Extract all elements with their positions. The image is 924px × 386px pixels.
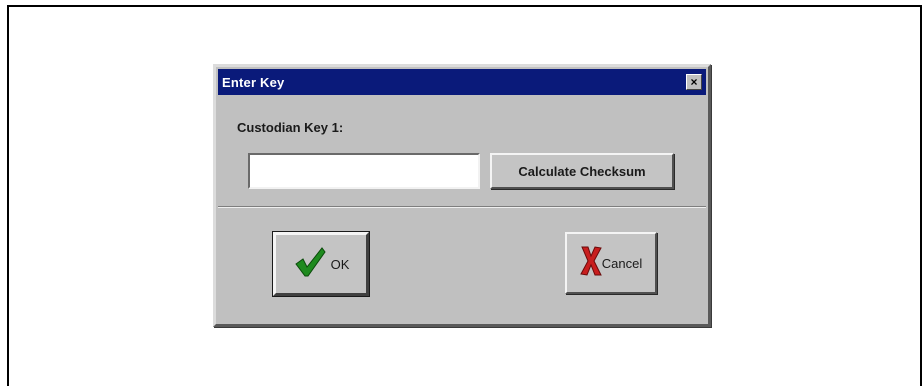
cancel-label: Cancel xyxy=(601,255,643,271)
separator xyxy=(218,206,706,208)
x-icon xyxy=(579,244,602,283)
check-icon xyxy=(293,245,327,284)
enter-key-dialog: Enter Key × Custodian Key 1: Calculate C… xyxy=(213,64,711,327)
ok-label: OK xyxy=(330,256,350,272)
calculate-checksum-label: Calculate Checksum xyxy=(518,163,646,179)
dialog-titlebar[interactable]: Enter Key × xyxy=(218,69,706,95)
calculate-checksum-button[interactable]: Calculate Checksum xyxy=(490,153,674,189)
custodian-key-label: Custodian Key 1: xyxy=(237,120,344,135)
dialog-title: Enter Key xyxy=(222,74,285,90)
close-icon: × xyxy=(690,75,698,89)
custodian-key-input[interactable] xyxy=(248,153,480,189)
close-button[interactable]: × xyxy=(686,74,702,90)
cancel-button[interactable]: Cancel xyxy=(565,232,657,294)
ok-button[interactable]: OK xyxy=(272,231,370,297)
